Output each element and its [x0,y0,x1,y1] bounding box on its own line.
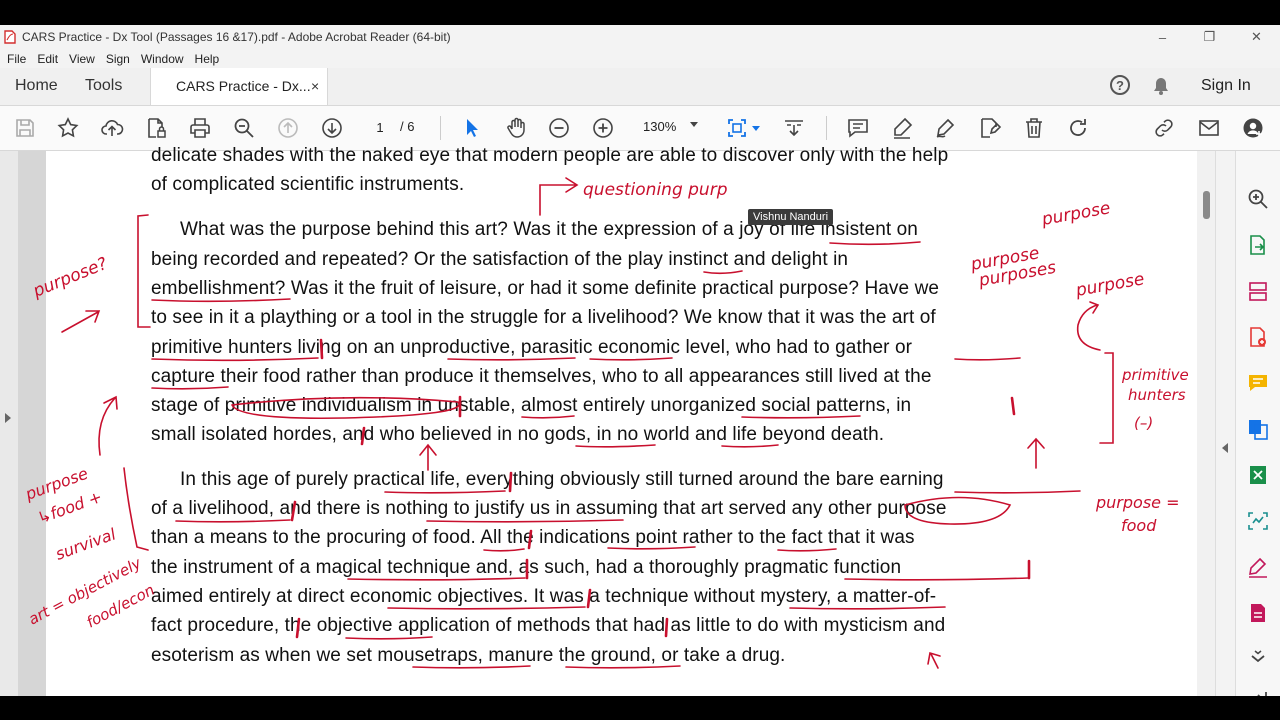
window-title: CARS Practice - Dx Tool (Passages 16 &17… [22,30,451,44]
close-tab-icon[interactable]: × [311,78,319,94]
user-tooltip: Vishnu Nanduri [748,209,834,225]
create-pdf-icon[interactable] [1246,325,1270,349]
scroll-mode-icon[interactable] [781,115,807,141]
right-panel-toggle[interactable] [1215,151,1236,696]
fit-chevron-icon[interactable] [752,126,760,131]
rotate-redo-icon[interactable] [1065,115,1091,141]
combine-files-icon[interactable] [1246,417,1270,441]
menu-edit[interactable]: Edit [37,52,58,66]
menu-help[interactable]: Help [195,52,220,66]
doc-line: small isolated hordes, and who believed … [151,424,885,445]
doc-line: of a livelihood, and there is nothing to… [151,498,947,519]
previous-page-icon[interactable] [275,115,301,141]
select-cursor-icon[interactable] [459,115,485,141]
tab-document-label: CARS Practice - Dx... [176,78,311,94]
doc-line: being recorded and repeated? Or the sati… [151,249,849,270]
tab-document[interactable]: CARS Practice - Dx... × [150,68,328,105]
add-user-icon[interactable] [1240,115,1266,141]
expand-left-icon [5,413,11,423]
doc-line: In this age of purely practical life, ev… [180,469,944,490]
doc-line: stage of primitive individualism in unst… [151,395,912,416]
page-total: / 6 [400,119,415,134]
help-icon[interactable]: ? [1110,75,1130,95]
doc-line: primitive hunters living on an unproduct… [151,337,913,358]
restore-button[interactable]: ❐ [1186,25,1233,49]
comment-tool-icon[interactable] [1246,371,1270,395]
next-page-icon[interactable] [319,115,345,141]
menu-sign[interactable]: Sign [106,52,130,66]
collapse-pane-icon[interactable] [1246,687,1270,696]
draw-sign-icon[interactable] [933,115,959,141]
zoom-in-icon[interactable] [590,115,616,141]
doc-line: capture their food rather than produce i… [151,366,932,387]
tab-tools[interactable]: Tools [85,77,122,95]
scan-enhance-icon[interactable] [1246,509,1270,533]
vertical-scrollbar[interactable] [1197,151,1215,696]
print-icon[interactable] [187,115,213,141]
delete-trash-icon[interactable] [1021,115,1047,141]
fill-sign-icon[interactable] [1246,555,1270,579]
doc-line: embellishment? Was it the fruit of leisu… [151,278,940,299]
export-pdf-icon[interactable] [1246,233,1270,257]
close-window-button[interactable]: ✕ [1233,25,1280,49]
doc-line: fact procedure, the objective applicatio… [151,615,946,636]
collapse-right-icon [1222,443,1228,453]
tab-bar: Home Tools CARS Practice - Dx... × ? Sig… [0,68,1280,106]
left-panel-toggle[interactable] [0,151,18,696]
protect-file-icon[interactable] [143,115,169,141]
doc-line: aimed entirely at direct economic object… [151,586,937,607]
organize-pages-icon[interactable] [1246,279,1270,303]
sign-in-button[interactable]: Sign In [1201,77,1251,95]
comment-icon[interactable] [845,115,871,141]
menu-bar: File Edit View Sign Window Help [0,49,1280,68]
bell-icon[interactable] [1150,75,1172,97]
tab-home[interactable]: Home [15,77,58,95]
page-fit-icon[interactable] [724,115,750,141]
upload-cloud-icon[interactable] [99,115,125,141]
bookmark-star-icon[interactable] [55,115,81,141]
page-number-input[interactable]: 1 [366,116,394,138]
pdf-document-icon[interactable] [1246,601,1270,625]
title-bar: CARS Practice - Dx Tool (Passages 16 &17… [0,25,1280,49]
doc-line: than a means to the procuring of food. A… [151,527,915,548]
doc-line: the instrument of a magical technique an… [151,557,902,578]
more-tools-chevron-icon[interactable] [1246,647,1270,671]
menu-view[interactable]: View [69,52,95,66]
minimize-button[interactable]: – [1139,25,1186,49]
acrobat-pdf-icon [4,30,16,44]
save-icon[interactable] [12,115,38,141]
menu-window[interactable]: Window [141,52,184,66]
edit-pdf-icon[interactable] [977,115,1003,141]
find-search-icon[interactable] [231,115,257,141]
hand-tool-icon[interactable] [503,115,529,141]
share-link-icon[interactable] [1151,115,1177,141]
doc-line: delicate shades with the naked eye that … [151,145,949,166]
doc-line: to see in it a plaything or a tool in th… [151,307,936,328]
chevron-down-icon[interactable] [690,122,698,127]
doc-line: esoterism as when we set mousetraps, man… [151,645,786,666]
search-zoom-icon[interactable] [1246,187,1270,211]
tools-pane [1235,151,1280,696]
scrollbar-thumb[interactable] [1203,191,1210,219]
email-icon[interactable] [1196,115,1222,141]
zoom-out-icon[interactable] [546,115,572,141]
highlight-pen-icon[interactable] [889,115,915,141]
menu-file[interactable]: File [7,52,26,66]
doc-line: of complicated scientific instruments. [151,174,465,195]
excel-export-icon[interactable] [1246,463,1270,487]
zoom-level-select[interactable]: 130% [643,119,676,134]
